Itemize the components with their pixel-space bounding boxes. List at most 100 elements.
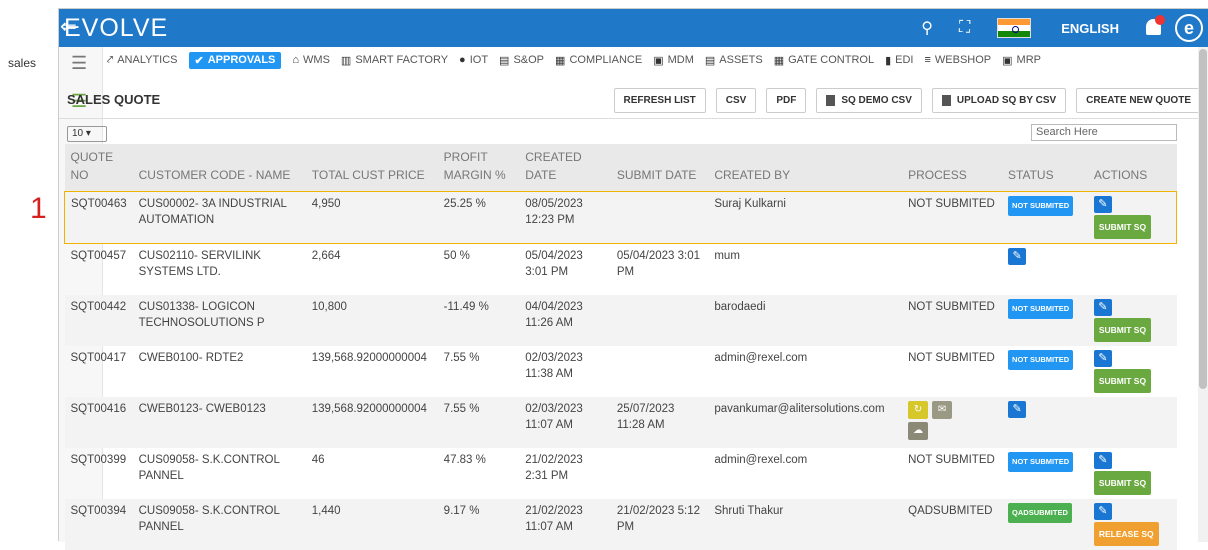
mail-icon[interactable]: ✉ — [932, 400, 953, 419]
cloud-upload-icon[interactable]: ☁ — [908, 421, 929, 440]
status-cell: NOT SUBMITED — [1002, 448, 1088, 499]
sidebar-label: sales — [8, 56, 37, 70]
module-compliance[interactable]: ▦ COMPLIANCE — [555, 54, 642, 67]
table-row[interactable]: SQT00416 CWEB0123- CWEB0123 139,568.920000… — [64, 396, 1177, 448]
upload-sq-by-csv-button[interactable]: UPLOAD SQ BY CSV — [931, 88, 1067, 113]
profit-margin: 25.25 % — [437, 191, 520, 244]
sync-icon[interactable]: ↻ — [908, 400, 929, 419]
pdf-button[interactable]: PDF — [766, 88, 807, 113]
created-date: 02/03/2023 11:38 AM — [525, 351, 583, 380]
process: QADSUBMITED — [908, 504, 993, 517]
submit-sq-button[interactable]: SUBMIT SQ — [1093, 368, 1152, 393]
annotation-margin: 1 — [0, 0, 58, 541]
create-new-quote-button[interactable]: CREATE NEW QUOTE — [1076, 88, 1201, 113]
csv-label: CSV — [725, 95, 747, 106]
page-size-select[interactable]: 10 ▾ — [67, 126, 107, 142]
module-wms[interactable]: ⌂ WMS — [292, 54, 330, 66]
module-icon: ● — [459, 54, 466, 66]
total-cust-price: 4,950 — [305, 191, 438, 244]
module-label: IOT — [469, 54, 489, 66]
refresh-list-button[interactable]: REFRESH LIST — [613, 88, 706, 113]
created-by: pavankumar@alitersolutions.com — [714, 402, 885, 415]
module-smart-factory[interactable]: ▥ SMART FACTORY — [341, 54, 448, 67]
quote-no: SQT00442 — [70, 300, 127, 313]
quote-no: SQT00463 — [63, 191, 133, 244]
submit-sq-button[interactable]: SUBMIT SQ — [1093, 317, 1152, 342]
title-bar: SALES QUOTE REFRESH LIST CSV PDF SQ DEMO… — [59, 83, 1208, 119]
search-icon[interactable]: ⚲ — [921, 18, 933, 38]
module-mrp[interactable]: ▣ MRP — [1002, 54, 1041, 67]
table-header-row: QUOTE NO CUSTOMER CODE - NAME TOTAL CUST… — [64, 144, 1177, 192]
col-actions: ACTIONS — [1087, 144, 1177, 192]
edit-icon[interactable]: ✎ — [1008, 248, 1027, 265]
menu-list-icon[interactable]: ☰ — [71, 53, 87, 74]
edit-icon[interactable]: ✎ — [1093, 349, 1112, 367]
module-analytics[interactable]: ⤤ ANALYTICS — [107, 54, 178, 67]
status-cell: ✎ — [1002, 397, 1088, 448]
module-assets[interactable]: ▤ ASSETS — [705, 54, 763, 67]
search-input[interactable]: Search Here — [1031, 124, 1177, 141]
back-arrow-icon[interactable]: ⇐ — [60, 14, 77, 39]
fullscreen-icon[interactable]: ⛶ — [959, 19, 970, 37]
col-quote-no[interactable]: QUOTE NO — [64, 144, 133, 192]
notification-bell-icon[interactable] — [1143, 15, 1165, 39]
profit-margin: 7.55 % — [443, 351, 480, 364]
created-by: admin@rexel.com — [714, 351, 808, 364]
col-submit-date[interactable]: SUBMIT DATE — [610, 144, 709, 192]
submit-sq-button[interactable]: SUBMIT SQ — [1093, 470, 1152, 495]
module-edi[interactable]: ▮ EDI — [885, 54, 913, 67]
actions-cell: ✎ SUBMIT SQ — [1088, 295, 1177, 346]
col-created-date[interactable]: CREATED DATE — [519, 144, 611, 192]
col-created-by[interactable]: CREATED BY — [708, 144, 903, 192]
table-row[interactable]: SQT00442 CUS01338- LOGICON TECHNOSOLUTION… — [64, 294, 1177, 346]
process: NOT SUBMITED — [908, 351, 995, 364]
edit-icon[interactable]: ✎ — [1093, 451, 1112, 469]
module-approvals[interactable]: ✔ APPROVALS — [188, 51, 282, 69]
created-by: Suraj Kulkarni — [708, 191, 903, 244]
edit-icon[interactable]: ✎ — [1093, 196, 1112, 213]
table-row[interactable]: SQT00457 CUS02110- SERVILINK SYSTEMS LTD.… — [65, 244, 1177, 295]
submit-sq-button[interactable]: SUBMIT SQ — [1093, 215, 1152, 239]
india-flag-icon[interactable] — [997, 18, 1032, 38]
submit-date: 21/02/2023 5:12 PM — [616, 504, 700, 533]
total-cust-price: 10,800 — [311, 300, 347, 313]
table-row[interactable]: SQT00399 CUS09058- S.K.CONTROL PANNEL 46 47… — [65, 448, 1177, 499]
table-row[interactable]: SQT00394 CUS09058- S.K.CONTROL PANNEL 1,44… — [64, 498, 1177, 550]
vertical-scrollbar[interactable] — [1198, 47, 1208, 542]
col-total-price[interactable]: TOTAL CUST PRICE — [305, 144, 438, 192]
table-row[interactable]: SQT00463 CUS00002- 3A INDUSTRIAL AUTOMATI… — [63, 191, 1177, 244]
module-s-op[interactable]: ▤ S&OP — [499, 54, 544, 67]
edit-icon[interactable]: ✎ — [1008, 400, 1027, 418]
csv-button[interactable]: CSV — [715, 88, 757, 113]
language-selector[interactable]: ENGLISH — [1061, 21, 1119, 36]
module-mdm[interactable]: ▣ MDM — [653, 54, 694, 67]
release-sq-button[interactable]: RELEASE SQ — [1093, 521, 1159, 546]
profit-margin: 7.55 % — [443, 402, 480, 415]
module-gate-control[interactable]: ▦ GATE CONTROL — [774, 54, 874, 67]
module-webshop[interactable]: ≡ WEBSHOP — [924, 54, 991, 66]
user-avatar[interactable]: e — [1175, 14, 1203, 42]
list-controls: 10 ▾ Search Here — [59, 121, 1208, 143]
col-status[interactable]: STATUS — [1002, 144, 1088, 192]
total-cust-price: 46 — [311, 453, 325, 466]
module-icon: ▣ — [653, 54, 664, 67]
page-size-value: 10 — [72, 128, 84, 139]
sq-demo-csv-button[interactable]: SQ DEMO CSV — [816, 88, 922, 113]
col-process[interactable]: PROCESS — [902, 144, 1003, 192]
col-profit-margin[interactable]: PROFIT MARGIN % — [437, 144, 520, 192]
edit-icon[interactable]: ✎ — [1093, 502, 1112, 520]
module-iot[interactable]: ● IOT — [459, 54, 488, 66]
sq-demo-csv-label: SQ DEMO CSV — [841, 95, 912, 106]
edit-icon[interactable]: ✎ — [1093, 298, 1112, 316]
module-label: APPROVALS — [207, 54, 276, 66]
process — [902, 244, 1002, 295]
module-label: GATE CONTROL — [788, 54, 875, 66]
quote-no: SQT00399 — [70, 453, 127, 466]
customer-name: CWEB0100- RDTE2 — [138, 351, 244, 364]
col-customer[interactable]: CUSTOMER CODE - NAME — [132, 144, 306, 192]
scrollbar-thumb[interactable] — [1199, 49, 1207, 389]
module-label: WEBSHOP — [934, 54, 992, 66]
quote-no: SQT00457 — [70, 250, 127, 262]
actions-cell: ✎ SUBMIT SQ — [1087, 191, 1177, 244]
table-row[interactable]: SQT00417 CWEB0100- RDTE2 139,568.920000000… — [65, 346, 1177, 397]
